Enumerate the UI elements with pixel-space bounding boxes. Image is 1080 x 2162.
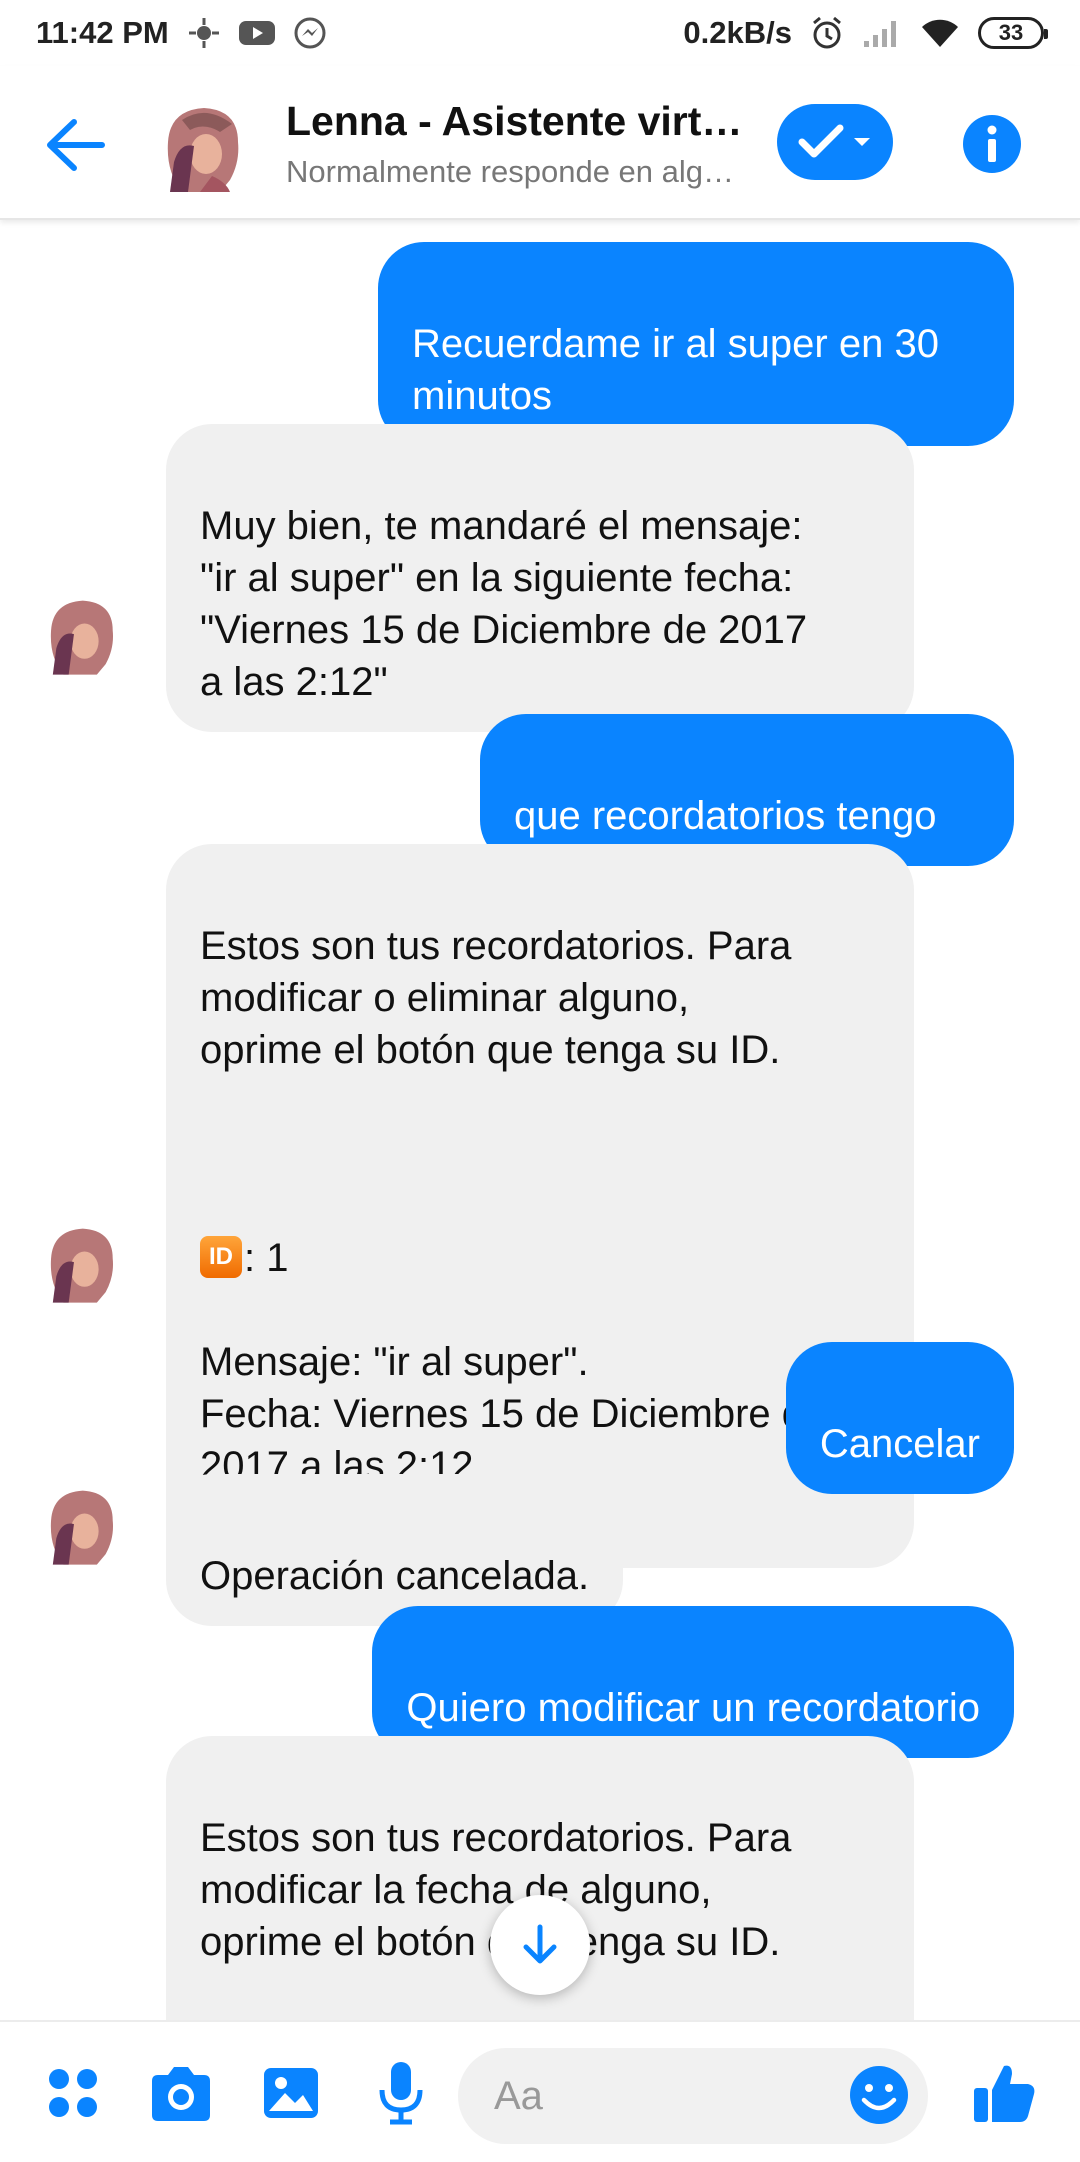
microphone-icon [379, 2062, 423, 2125]
message-incoming[interactable]: Muy bien, te mandaré el mensaje: "ir al … [166, 424, 914, 732]
emoji-icon [850, 2066, 908, 2124]
messenger-icon [293, 16, 327, 50]
compass-icon [187, 16, 221, 50]
arrow-down-icon [523, 1924, 557, 1964]
status-time: 11:42 PM [36, 15, 169, 50]
response-time-status: Normalmente responde en algunas horas [286, 154, 746, 189]
message-composer [0, 2020, 1080, 2162]
id-badge-icon: ID [200, 1236, 242, 1279]
status-bar: 11:42 PM 0.2kB/s 33 [0, 0, 1080, 66]
apps-button[interactable] [38, 2058, 108, 2128]
back-button[interactable] [40, 110, 110, 180]
bot-avatar[interactable] [44, 590, 118, 680]
back-arrow-icon [47, 119, 105, 171]
bot-avatar[interactable] [44, 1218, 118, 1308]
apps-icon [49, 2069, 97, 2117]
message-list[interactable]: Recuerdame ir al super en 30 minutos Muy… [0, 220, 1080, 2020]
bot-avatar[interactable] [44, 1480, 118, 1570]
chevron-down-icon [854, 138, 870, 146]
wifi-icon [920, 17, 960, 49]
info-icon [963, 115, 1021, 173]
scroll-to-bottom-button[interactable] [490, 1895, 590, 1995]
reminder-id-line: ID: 1 [200, 1232, 880, 1284]
contact-avatar[interactable] [160, 102, 244, 192]
message-incoming[interactable]: Operación cancelada. [166, 1474, 624, 1626]
info-button[interactable] [962, 114, 1022, 174]
message-input-box[interactable] [458, 2048, 928, 2144]
gallery-icon [264, 2068, 318, 2118]
like-button[interactable] [970, 2058, 1040, 2128]
emoji-button[interactable] [846, 2062, 912, 2128]
youtube-icon [238, 19, 275, 47]
camera-button[interactable] [146, 2058, 216, 2128]
check-icon [798, 124, 844, 158]
camera-icon [152, 2067, 210, 2121]
message-outgoing[interactable]: Recuerdame ir al super en 30 minutos [378, 242, 1014, 446]
battery-icon: 33 [978, 17, 1048, 49]
message-input[interactable] [492, 2072, 796, 2120]
signal-icon [862, 17, 902, 49]
alarm-icon [810, 16, 844, 50]
message-outgoing[interactable]: Cancelar [785, 1342, 1014, 1494]
mark-done-button[interactable] [777, 104, 893, 180]
gallery-button[interactable] [256, 2058, 326, 2128]
net-speed: 0.2kB/s [683, 15, 792, 50]
thumbs-up-icon [974, 2065, 1035, 2122]
contact-name[interactable]: Lenna - Asistente virtual [286, 98, 746, 145]
conversation-header: Lenna - Asistente virtual Normalmente re… [0, 66, 1080, 220]
microphone-button[interactable] [366, 2058, 436, 2128]
